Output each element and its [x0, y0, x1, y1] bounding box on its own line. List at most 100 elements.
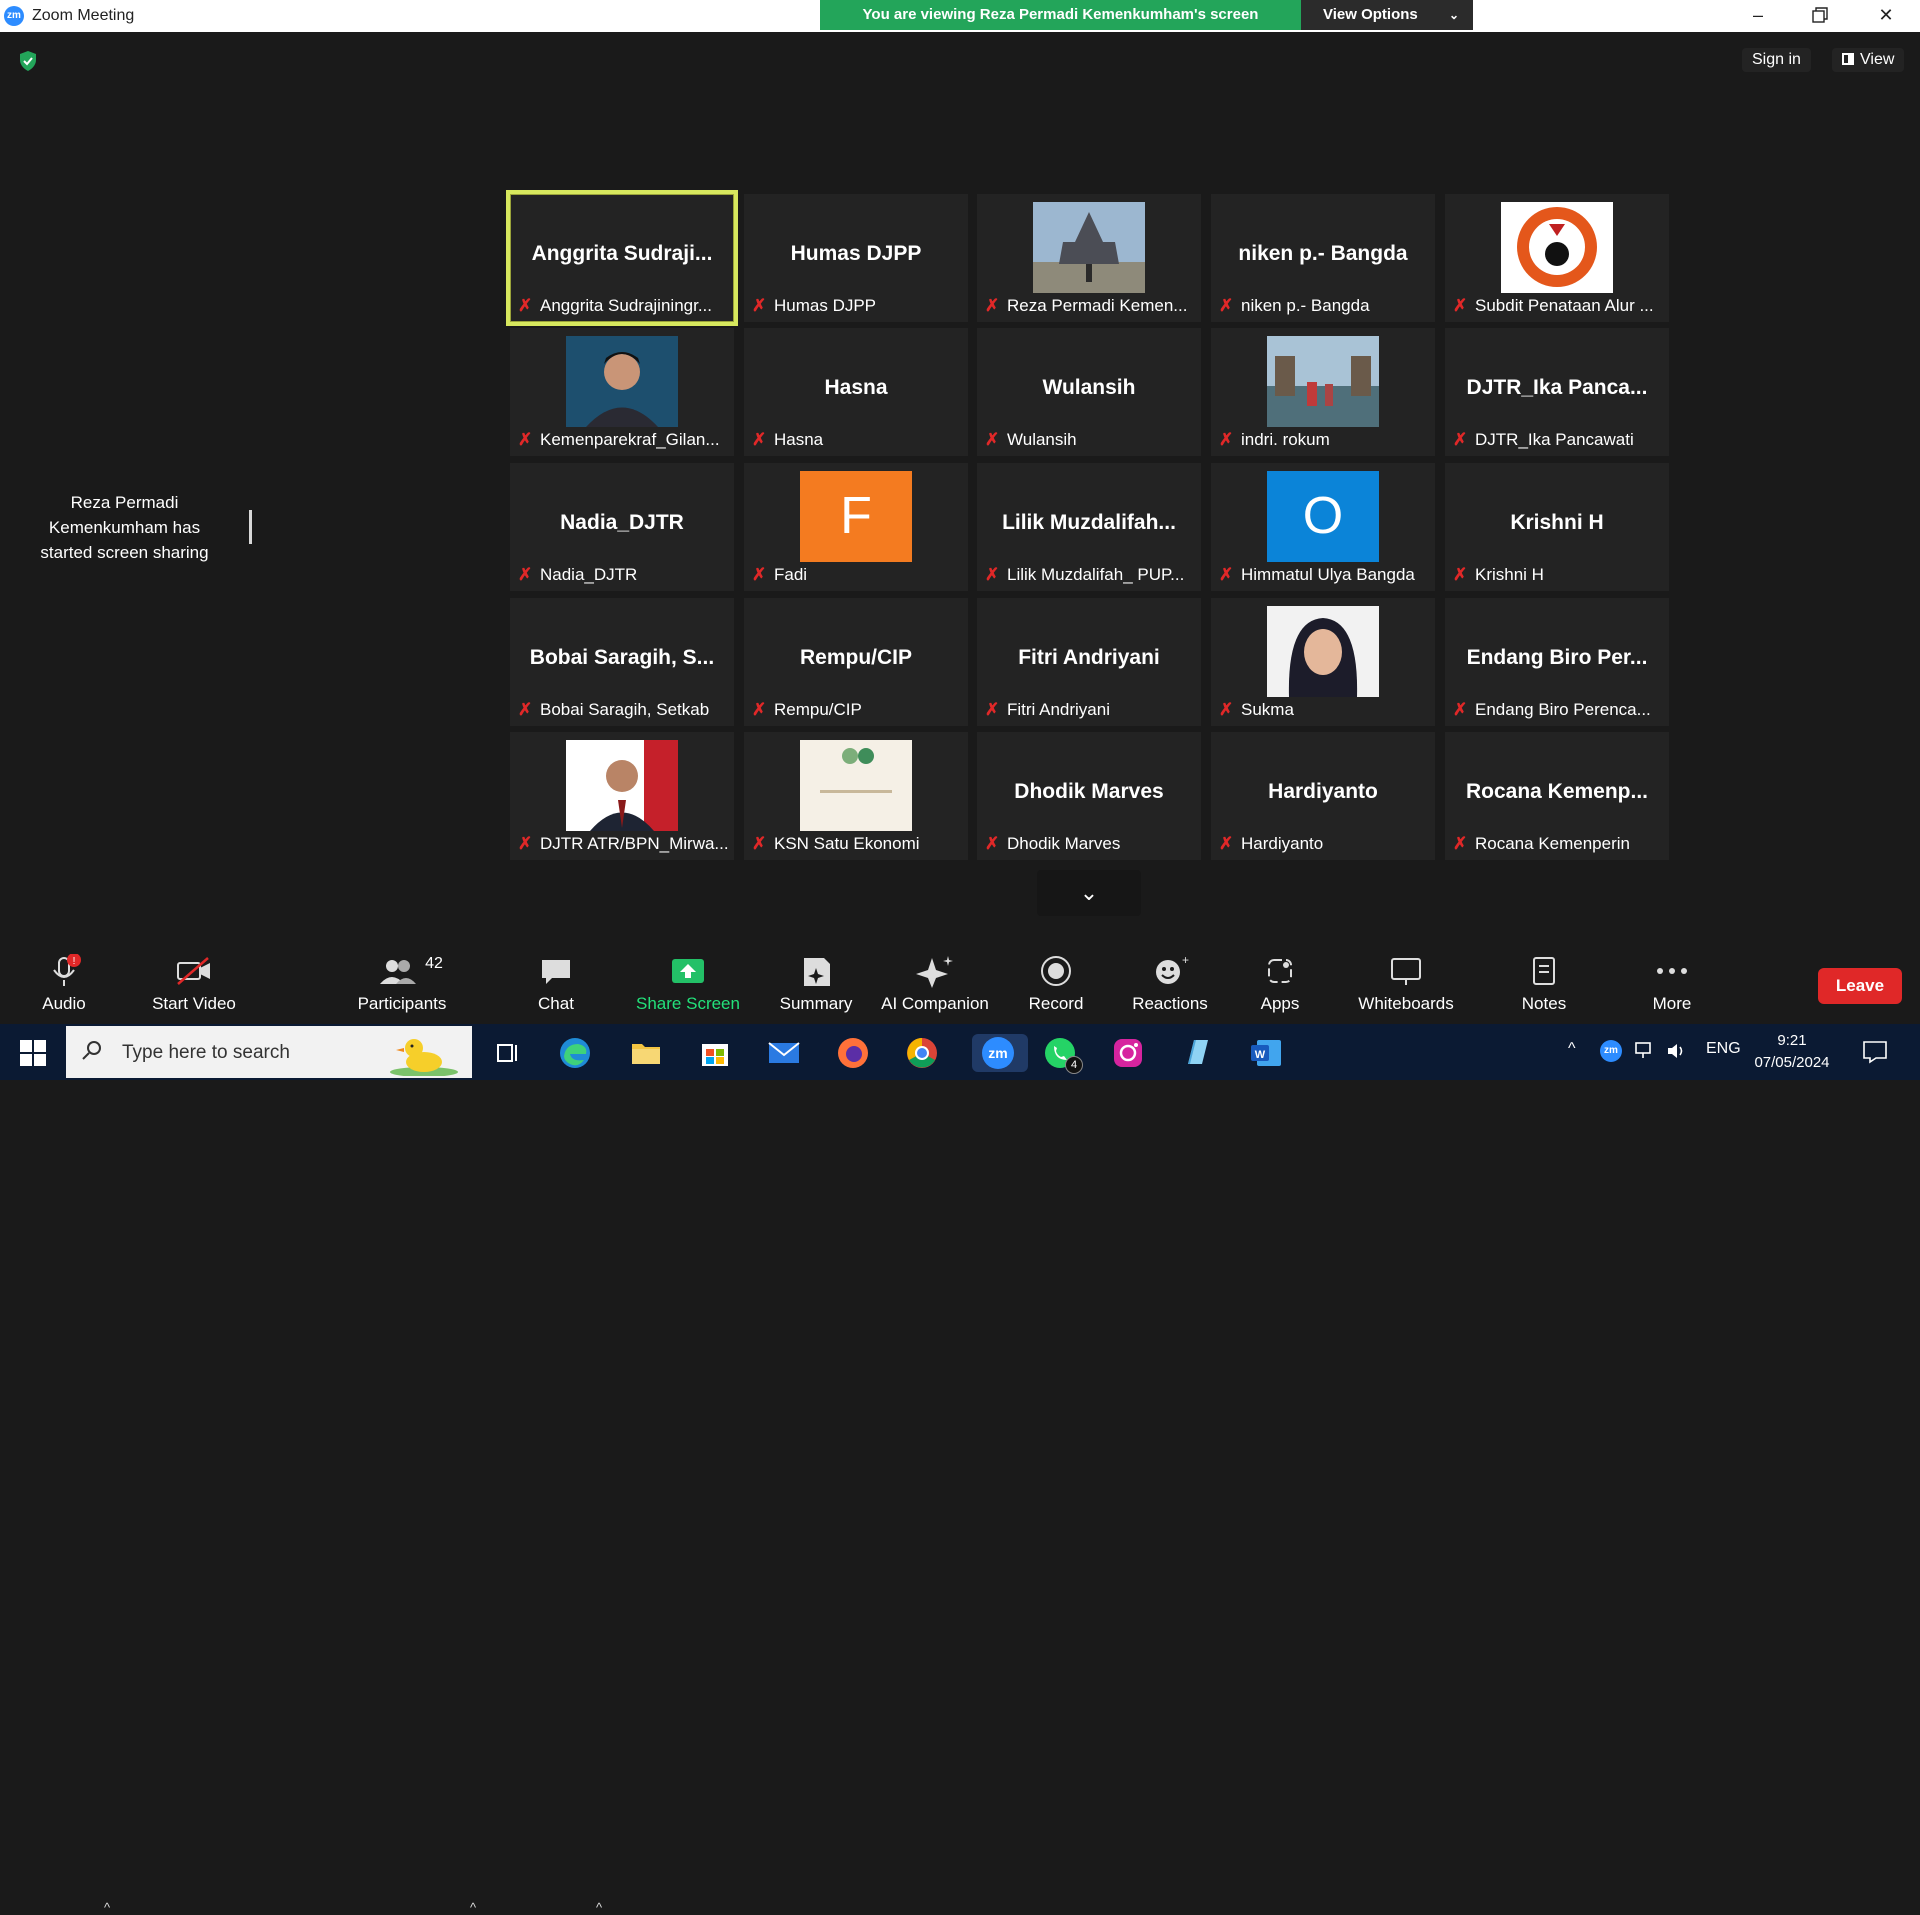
participant-tile[interactable]: niken p.- Bangda ✗ niken p.- Bangda: [1211, 194, 1435, 322]
start-video-button[interactable]: Start Video: [148, 940, 240, 1024]
record-button[interactable]: Record: [1016, 940, 1096, 1024]
view-options-label: View Options: [1323, 6, 1418, 23]
participant-tile[interactable]: Krishni H ✗ Krishni H: [1445, 463, 1669, 591]
whiteboards-button[interactable]: Whiteboards: [1348, 940, 1464, 1024]
participant-tile[interactable]: ✗ indri. rokum: [1211, 328, 1435, 456]
participant-tile[interactable]: Hardiyanto ✗ Hardiyanto: [1211, 732, 1435, 860]
participant-tile[interactable]: Hasna ✗ Hasna: [744, 328, 968, 456]
chat-options-caret[interactable]: ^: [596, 1900, 602, 1915]
participant-tile[interactable]: Dhodik Marves ✗ Dhodik Marves: [977, 732, 1201, 860]
share-screen-label: Share Screen: [636, 994, 740, 1013]
person-photo-avatar: [566, 336, 678, 427]
summary-button[interactable]: Summary: [770, 940, 862, 1024]
participant-tile[interactable]: Bobai Saragih, S... ✗ Bobai Saragih, Setk…: [510, 598, 734, 726]
muted-mic-icon: ✗: [752, 565, 767, 584]
shield-check-icon[interactable]: [18, 50, 38, 72]
participants-icon: 42: [380, 955, 443, 984]
network-icon[interactable]: [1634, 1041, 1656, 1061]
participant-tile[interactable]: ✗ DJTR ATR/BPN_Mirwa...: [510, 732, 734, 860]
participant-name: Rocana Kemenp...: [1465, 780, 1649, 803]
zoom-logo-icon: zm: [4, 6, 24, 26]
apps-button[interactable]: Apps: [1240, 940, 1320, 1024]
muted-mic-icon: ✗: [1219, 430, 1234, 449]
share-screen-button[interactable]: Share Screen: [628, 940, 748, 1024]
ai-companion-button[interactable]: AI Companion: [874, 940, 996, 1024]
audio-button[interactable]: ! Audio: [24, 940, 104, 1024]
participant-caption: Sukma: [1241, 700, 1294, 719]
zoom-tray-icon[interactable]: zm: [1600, 1040, 1622, 1062]
participant-tile[interactable]: Rocana Kemenp... ✗ Rocana Kemenperin: [1445, 732, 1669, 860]
participant-caption: Endang Biro Perenca...: [1475, 700, 1651, 719]
muted-mic-icon: ✗: [518, 430, 533, 449]
participant-tile[interactable]: Fitri Andriyani ✗ Fitri Andriyani: [977, 598, 1201, 726]
participant-tile[interactable]: Endang Biro Per... ✗ Endang Biro Perenca.…: [1445, 598, 1669, 726]
participants-button[interactable]: 42 Participants: [350, 940, 454, 1024]
record-icon: [1041, 956, 1071, 986]
chat-button[interactable]: Chat: [520, 940, 592, 1024]
restore-icon: [1812, 7, 1828, 23]
chevron-down-icon: ⌄: [1079, 880, 1099, 905]
participant-tile[interactable]: F ✗ Fadi: [744, 463, 968, 591]
restore-button[interactable]: [1790, 0, 1850, 30]
muted-mic-icon: ✗: [1219, 296, 1234, 315]
sign-in-button[interactable]: Sign in: [1742, 48, 1811, 72]
participant-caption: DJTR_Ika Pancawati: [1475, 430, 1634, 449]
reactions-button[interactable]: + Reactions: [1120, 940, 1220, 1024]
file-explorer-icon[interactable]: [627, 1034, 665, 1072]
mail-icon[interactable]: [765, 1034, 803, 1072]
participant-tile[interactable]: Humas DJPP ✗ Humas DJPP: [744, 194, 968, 322]
participant-name: Hasna: [824, 376, 888, 399]
next-page-button[interactable]: ⌄: [1037, 870, 1141, 916]
participants-count: 42: [425, 955, 443, 972]
participant-tile[interactable]: ✗ Reza Permadi Kemen...: [977, 194, 1201, 322]
zoom-taskbar-item[interactable]: zm: [972, 1034, 1028, 1072]
hijab-photo-avatar: [1267, 606, 1379, 697]
participant-tile[interactable]: O ✗ Himmatul Ulya Bangda: [1211, 463, 1435, 591]
whatsapp-taskbar-item[interactable]: 4: [1041, 1034, 1089, 1074]
participant-tile[interactable]: DJTR_Ika Panca... ✗ DJTR_Ika Pancawati: [1445, 328, 1669, 456]
edge-browser-icon[interactable]: [556, 1034, 594, 1072]
notes-button[interactable]: Notes: [1504, 940, 1584, 1024]
language-indicator[interactable]: ENG: [1706, 1040, 1741, 1058]
participant-name: DJTR_Ika Panca...: [1466, 376, 1648, 399]
participant-tile[interactable]: Rempu/CIP ✗ Rempu/CIP: [744, 598, 968, 726]
participant-tile[interactable]: Lilik Muzdalifah... ✗ Lilik Muzdalifah_ P…: [977, 463, 1201, 591]
windows-start-icon[interactable]: [20, 1040, 46, 1066]
close-button[interactable]: ✕: [1856, 0, 1916, 30]
apps-icon: [1268, 959, 1292, 983]
tray-expand-icon[interactable]: ^: [1568, 1040, 1576, 1058]
task-view-icon[interactable]: [488, 1034, 526, 1072]
participant-tile[interactable]: ✗ Sukma: [1211, 598, 1435, 726]
taskbar-search-box[interactable]: Type here to search: [66, 1026, 472, 1078]
view-options-button[interactable]: View Options ⌄: [1301, 0, 1473, 30]
share-screen-icon: [672, 959, 704, 983]
notification-center-icon[interactable]: [1862, 1040, 1888, 1064]
participant-tile[interactable]: ✗ Subdit Penataan Alur ...: [1445, 194, 1669, 322]
notes-app-icon[interactable]: [1178, 1034, 1216, 1072]
audio-options-caret[interactable]: ^: [104, 1900, 110, 1915]
more-button[interactable]: More: [1632, 940, 1712, 1024]
volume-icon[interactable]: [1666, 1041, 1688, 1061]
notes-label: Notes: [1521, 994, 1567, 1013]
participants-options-caret[interactable]: ^: [470, 1900, 476, 1915]
view-button[interactable]: View: [1832, 48, 1905, 72]
participant-tile[interactable]: ✗ KSN Satu Ekonomi: [744, 732, 968, 860]
more-icon: [1657, 968, 1687, 974]
chrome-icon[interactable]: [903, 1034, 941, 1072]
participant-tile[interactable]: Wulansih ✗ Wulansih: [977, 328, 1201, 456]
word-icon[interactable]: W: [1247, 1034, 1285, 1072]
minimize-button[interactable]: –: [1728, 0, 1788, 30]
system-clock[interactable]: 9:21 07/05/2024: [1752, 1030, 1832, 1074]
participant-tile[interactable]: ✗ Kemenparekraf_Gilan...: [510, 328, 734, 456]
microsoft-store-icon[interactable]: [696, 1034, 734, 1072]
search-icon: [82, 1041, 101, 1060]
participant-tile[interactable]: Anggrita Sudraji... ✗ Anggrita Sudrajinin…: [506, 190, 738, 326]
participant-tile[interactable]: Nadia_DJTR ✗ Nadia_DJTR: [510, 463, 734, 591]
instagram-icon[interactable]: [1109, 1034, 1147, 1072]
firefox-icon[interactable]: [834, 1034, 872, 1072]
participant-caption: Fitri Andriyani: [1007, 700, 1110, 719]
participant-caption: Lilik Muzdalifah_ PUP...: [1007, 565, 1185, 584]
leave-button[interactable]: Leave: [1818, 968, 1902, 1004]
participant-name: Nadia_DJTR: [560, 511, 684, 534]
participant-caption: KSN Satu Ekonomi: [774, 834, 920, 853]
